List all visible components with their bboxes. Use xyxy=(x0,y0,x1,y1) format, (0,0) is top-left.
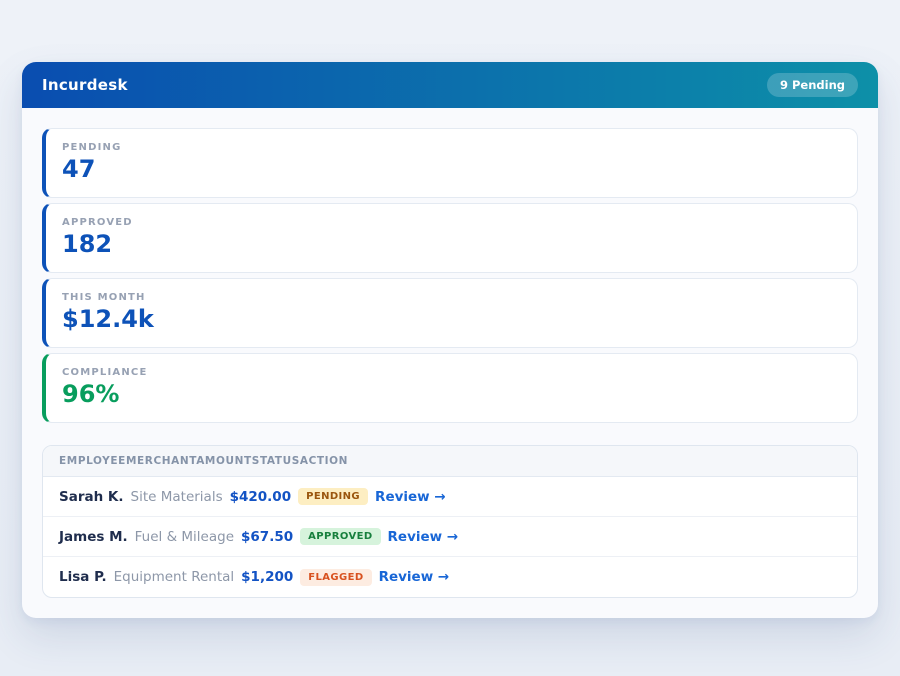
table-header-row: EMPLOYEEMERCHANTAMOUNTSTATUSACTION xyxy=(43,446,857,477)
stat-card-compliance: COMPLIANCE 96% xyxy=(42,353,858,423)
stat-value: 47 xyxy=(62,155,841,183)
review-link[interactable]: Review → xyxy=(375,489,446,505)
app-title: Incurdesk xyxy=(42,76,128,94)
expense-amount: $67.50 xyxy=(241,529,293,545)
column-header-action: ACTION xyxy=(300,455,348,467)
stat-value: 182 xyxy=(62,230,841,258)
expense-table: EMPLOYEEMERCHANTAMOUNTSTATUSACTION Sarah… xyxy=(42,445,858,598)
expense-amount: $1,200 xyxy=(241,569,293,585)
stat-card-approved: APPROVED 182 xyxy=(42,203,858,273)
column-header-merchant: MERCHANT xyxy=(126,455,196,467)
review-link[interactable]: Review → xyxy=(379,569,450,585)
stat-label: COMPLIANCE xyxy=(62,367,841,378)
column-header-employee: EMPLOYEE xyxy=(59,455,126,467)
table-row: James M. Fuel & Mileage $67.50 APPROVED … xyxy=(43,517,857,557)
merchant-name: Site Materials xyxy=(131,489,223,505)
column-header-status: STATUS xyxy=(252,455,300,467)
main-panel: Incurdesk 9 Pending PENDING 47 APPROVED … xyxy=(22,62,878,618)
stat-value: 96% xyxy=(62,380,841,408)
merchant-name: Equipment Rental xyxy=(114,569,235,585)
expense-amount: $420.00 xyxy=(230,489,292,505)
stat-label: THIS MONTH xyxy=(62,292,841,303)
table-row: Sarah K. Site Materials $420.00 PENDING … xyxy=(43,477,857,517)
stat-value: $12.4k xyxy=(62,305,841,333)
pending-count-badge: 9 Pending xyxy=(767,73,858,97)
review-link[interactable]: Review → xyxy=(388,529,459,545)
column-header-amount: AMOUNT xyxy=(196,455,252,467)
stat-label: PENDING xyxy=(62,142,841,153)
stats-section: PENDING 47 APPROVED 182 THIS MONTH $12.4… xyxy=(22,108,878,423)
stat-label: APPROVED xyxy=(62,217,841,228)
employee-name: Lisa P. xyxy=(59,569,107,585)
stat-card-pending: PENDING 47 xyxy=(42,128,858,198)
employee-name: James M. xyxy=(59,529,128,545)
status-badge: APPROVED xyxy=(300,528,380,545)
status-badge: PENDING xyxy=(298,488,368,505)
table-row: Lisa P. Equipment Rental $1,200 FLAGGED … xyxy=(43,557,857,597)
employee-name: Sarah K. xyxy=(59,489,124,505)
status-badge: FLAGGED xyxy=(300,569,371,586)
stat-card-this-month: THIS MONTH $12.4k xyxy=(42,278,858,348)
app-header: Incurdesk 9 Pending xyxy=(22,62,878,108)
merchant-name: Fuel & Mileage xyxy=(135,529,234,545)
